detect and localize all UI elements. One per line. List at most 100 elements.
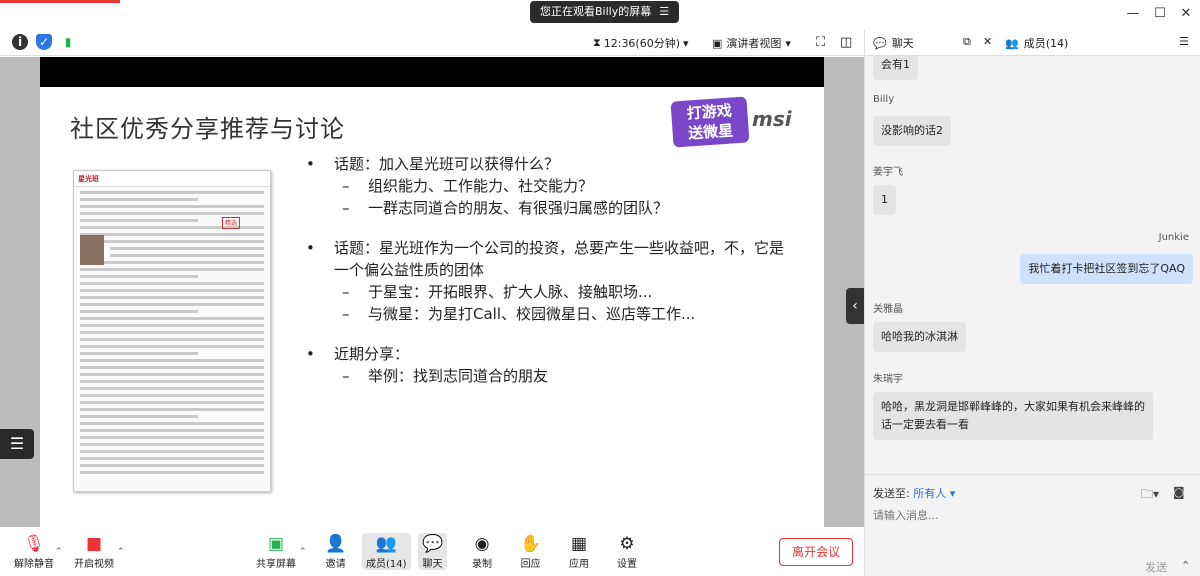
apps-icon: ▦ xyxy=(570,534,588,554)
view-mode-label: 演讲者视图 xyxy=(726,37,782,50)
screen-share-banner[interactable]: 您正在观看Billy的屏幕 ☰ xyxy=(530,1,680,23)
shared-screen: 社区优秀分享推荐与讨论 打游戏 送微星 msi 星光班 精选 • 话题：加入星光… xyxy=(0,57,864,527)
chat-icon: 💬 xyxy=(422,534,444,554)
start-video-label: 开启视频 xyxy=(74,559,114,570)
bullet-topic-1: 话题：加入星光班可以获得什么？ xyxy=(306,153,786,175)
screenshot-icon[interactable]: ◙ xyxy=(1173,485,1185,499)
chevron-up-icon[interactable]: ⌃ xyxy=(55,547,63,557)
share-screen-icon: ▣ xyxy=(267,534,285,554)
chat-button[interactable]: 💬 聊天 xyxy=(418,533,448,570)
invite-button[interactable]: 👤 邀请 xyxy=(325,533,346,570)
close-icon[interactable]: ✕ xyxy=(983,35,992,48)
list-icon[interactable]: ☰ xyxy=(0,429,34,459)
chat-message: 会有1 xyxy=(873,56,918,80)
leave-meeting-button[interactable]: 离开会议 xyxy=(779,538,853,566)
chevron-up-icon[interactable]: ⌃ xyxy=(1181,559,1190,572)
mic-off-icon: 🎙 xyxy=(23,534,45,554)
chevron-down-icon: ▾ xyxy=(949,487,956,500)
record-icon: ◉ xyxy=(474,534,490,554)
layout-icon[interactable]: ◫ xyxy=(840,35,852,50)
panel-tabs: 💬 聊天 ⧉ ✕ 👥 成员(14) ☰ xyxy=(865,30,1200,56)
timer-text: 12:36(60分钟) xyxy=(603,37,681,50)
info-icon[interactable]: i xyxy=(12,34,28,50)
members-label: 成员(14) xyxy=(366,559,407,570)
presentation-slide: 社区优秀分享推荐与讨论 打游戏 送微星 msi 星光班 精选 • 话题：加入星光… xyxy=(40,87,824,527)
chat-message: 哈哈，黑龙洞是邯郸峰峰的，大家如果有机会来峰峰的话一定要去看一看 xyxy=(873,392,1153,440)
slide-top-bar xyxy=(40,57,824,87)
compose-area: 发送至: 所有人 ▾ 🗀▾ ◙ 发送 ⌃ xyxy=(865,474,1200,576)
title-bar: 您正在观看Billy的屏幕 ☰ — ☐ ✕ xyxy=(0,0,1200,30)
chat-icon: 💬 xyxy=(873,36,887,50)
share-screen-button[interactable]: ▣ 共享屏幕 xyxy=(256,533,296,570)
view-icon: ▣ xyxy=(712,36,723,50)
message-sender: Billy xyxy=(873,94,895,105)
shield-icon[interactable]: ✓ xyxy=(36,34,52,50)
send-to-label: 发送至: xyxy=(873,487,910,500)
unmute-label: 解除静音 xyxy=(14,559,54,570)
invite-label: 邀请 xyxy=(325,559,346,570)
share-screen-label: 共享屏幕 xyxy=(256,559,296,570)
signal-icon[interactable]: ▮ xyxy=(60,34,76,50)
send-to-target: 所有人 xyxy=(913,487,947,500)
meeting-timer[interactable]: ⧗ 12:36(60分钟) ▾ xyxy=(593,35,689,51)
minimize-icon[interactable]: — xyxy=(1123,6,1143,21)
bullet-topic-2: 话题：星光班作为一个公司的投资，总要产生一些收益吧，不，它是一个偏公益性质的团体 xyxy=(306,237,786,281)
react-button[interactable]: ✋ 回应 xyxy=(520,533,541,570)
bullet-recent: 近期分享： xyxy=(306,343,786,365)
camera-off-icon: ■ xyxy=(85,534,103,554)
unmute-button[interactable]: 🎙 解除静音 xyxy=(14,533,54,570)
message-sender: 关雅晶 xyxy=(873,304,903,315)
message-input[interactable] xyxy=(873,509,1173,522)
menu-icon[interactable]: ☰ xyxy=(1179,35,1189,48)
react-label: 回应 xyxy=(520,559,541,570)
members-button[interactable]: 👥 成员(14) xyxy=(362,533,411,570)
chevron-up-icon[interactable]: ⌃ xyxy=(299,547,307,557)
close-icon[interactable]: ✕ xyxy=(1176,6,1196,21)
chat-message: 没影响的话2 xyxy=(873,116,951,146)
record-button[interactable]: ◉ 录制 xyxy=(472,533,492,570)
sub-bullet: 一群志同道合的朋友、有很强归属感的团队？ xyxy=(306,197,786,219)
sub-bullet: 于星宝：开拓眼界、扩大人脉、接触职场... xyxy=(306,281,786,303)
event-logo: 打游戏 送微星 xyxy=(670,96,750,148)
chevron-down-icon: ▾ xyxy=(683,36,689,50)
message-list[interactable]: 会有1 Billy 没影响的话2 姜宇飞 1 Junkie 我忙着打卡把社区签到… xyxy=(865,56,1200,474)
settings-button[interactable]: ⚙ 设置 xyxy=(617,533,637,570)
view-mode-dropdown[interactable]: ▣ 演讲者视图 ▾ xyxy=(712,35,791,51)
message-sender: 姜宇飞 xyxy=(873,167,903,178)
chevron-up-icon[interactable]: ⌃ xyxy=(117,547,125,557)
tab-chat-label: 聊天 xyxy=(891,37,914,50)
fullscreen-icon[interactable]: ⛶ xyxy=(816,35,825,50)
chat-message: 我忙着打卡把社区签到忘了QAQ xyxy=(1020,254,1193,284)
article-stamp: 精选 xyxy=(222,217,240,229)
chat-message: 1 xyxy=(873,185,896,215)
folder-icon[interactable]: 🗀▾ xyxy=(1141,485,1159,506)
meeting-app: 您正在观看Billy的屏幕 ☰ — ☐ ✕ i ✓ ▮ ⧗ 12:36(60分钟… xyxy=(0,0,1200,576)
apps-label: 应用 xyxy=(569,559,589,570)
brand-logo: msi xyxy=(752,107,792,131)
send-button[interactable]: 发送 xyxy=(1145,559,1167,575)
tab-chat[interactable]: 💬 聊天 xyxy=(873,35,914,51)
tab-members-label: 成员(14) xyxy=(1023,37,1069,50)
react-icon: ✋ xyxy=(520,534,542,554)
sub-bullet: 举例：找到志同道合的朋友 xyxy=(306,365,786,387)
maximize-icon[interactable]: ☐ xyxy=(1150,6,1170,21)
tab-members[interactable]: 👥 成员(14) xyxy=(1005,35,1068,51)
invite-icon: 👤 xyxy=(325,534,347,554)
apps-button[interactable]: ▦ 应用 xyxy=(569,533,589,570)
start-video-button[interactable]: ■ 开启视频 xyxy=(74,533,114,570)
meeting-toolbar: i ✓ ▮ ⧗ 12:36(60分钟) ▾ ▣ 演讲者视图 ▾ ⛶ ◫ xyxy=(0,30,864,56)
slide-bullets: 话题：加入星光班可以获得什么？ 组织能力、工作能力、社交能力？ 一群志同道合的朋… xyxy=(306,153,786,387)
chat-panel: 💬 聊天 ⧉ ✕ 👥 成员(14) ☰ 会有1 Billy 没影响的话2 姜宇飞… xyxy=(864,30,1200,576)
collapse-panel-chevron-icon[interactable]: ‹ xyxy=(846,288,864,324)
author-photo xyxy=(80,235,104,265)
chat-label: 聊天 xyxy=(422,559,443,570)
chevron-down-icon: ▾ xyxy=(785,36,791,50)
chat-message: 哈哈我的冰淇淋 xyxy=(873,322,966,352)
popout-icon[interactable]: ⧉ xyxy=(963,35,971,49)
members-icon: 👥 xyxy=(1005,36,1019,50)
send-to-selector[interactable]: 发送至: 所有人 ▾ xyxy=(873,485,955,501)
menu-icon[interactable]: ☰ xyxy=(659,1,669,23)
control-bar: 🎙 解除静音 ⌃ ■ 开启视频 ⌃ ▣ 共享屏幕 ⌃ 👤 邀请 👥 成员(14)… xyxy=(0,527,864,576)
record-label: 录制 xyxy=(472,559,492,570)
message-sender: Junkie xyxy=(1158,232,1189,243)
